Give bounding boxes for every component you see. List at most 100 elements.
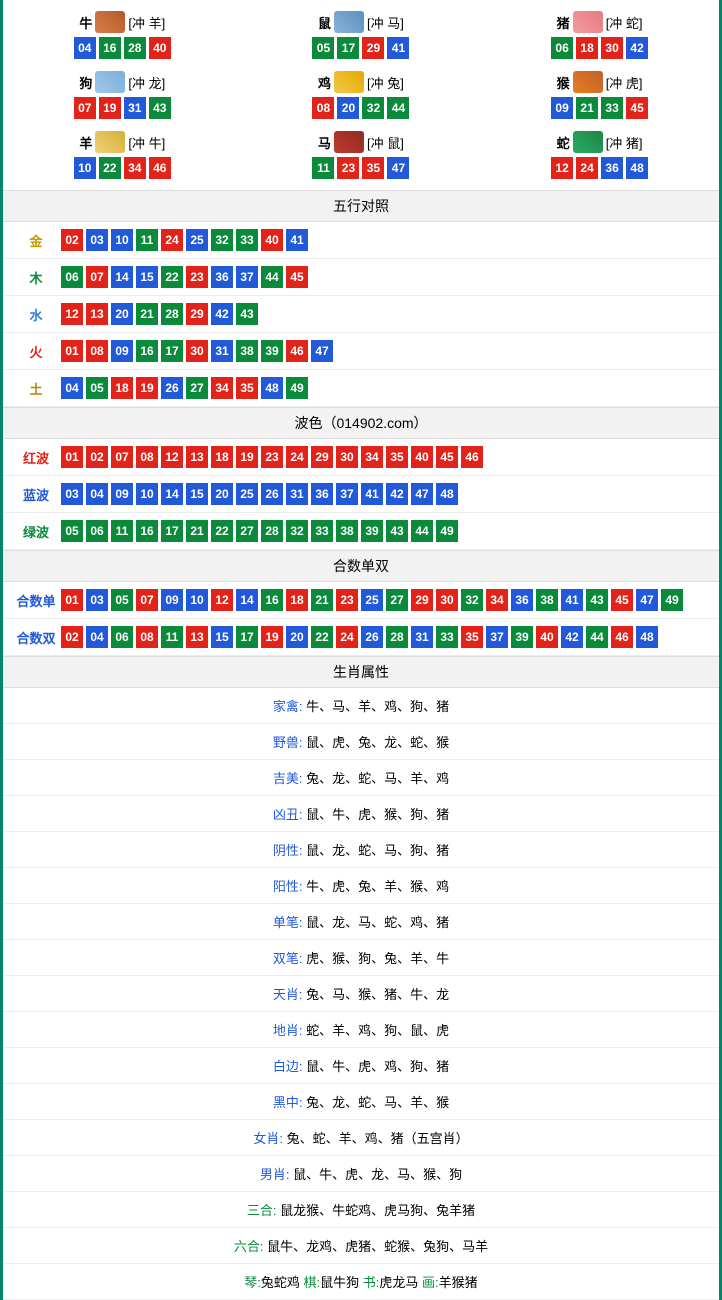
footer-label: 棋:	[304, 1275, 321, 1290]
row-label: 合数双	[11, 628, 61, 647]
ball: 19	[236, 446, 258, 468]
ball: 13	[186, 626, 208, 648]
ball: 46	[286, 340, 308, 362]
ball: 45	[286, 266, 308, 288]
ball: 09	[111, 340, 133, 362]
ball: 10	[186, 589, 208, 611]
ball: 34	[211, 377, 233, 399]
attr-label: 女肖:	[253, 1131, 283, 1146]
attr-label: 双笔:	[273, 951, 303, 966]
ball: 32	[286, 520, 308, 542]
ball: 26	[361, 626, 383, 648]
row-label: 绿波	[11, 522, 61, 541]
ball: 45	[436, 446, 458, 468]
ball: 29	[186, 303, 208, 325]
zodiac-cell: 马 [冲 鼠] 11233547	[242, 125, 481, 185]
zodiac-chong: [冲 羊]	[128, 13, 165, 32]
ball: 12	[211, 589, 233, 611]
attr-text: 兔、蛇、羊、鸡、猪（五宫肖）	[283, 1131, 469, 1146]
row-balls: 03040910141520252631363741424748	[61, 483, 458, 505]
zodiac-cell: 鼠 [冲 马] 05172941	[242, 5, 481, 65]
attr-text: 鼠、龙、蛇、马、狗、猪	[303, 843, 450, 858]
ball: 21	[311, 589, 333, 611]
zodiac-cell: 狗 [冲 龙] 07193143	[3, 65, 242, 125]
ball: 31	[124, 97, 146, 119]
ball: 43	[149, 97, 171, 119]
ball: 05	[312, 37, 334, 59]
ball: 15	[211, 626, 233, 648]
ball: 23	[336, 589, 358, 611]
ball: 35	[236, 377, 258, 399]
ball: 07	[136, 589, 158, 611]
ball: 15	[186, 483, 208, 505]
ball: 18	[111, 377, 133, 399]
ball: 33	[236, 229, 258, 251]
ball: 35	[461, 626, 483, 648]
ball: 44	[586, 626, 608, 648]
ball: 37	[336, 483, 358, 505]
wuxing-title: 五行对照	[3, 190, 719, 222]
row-label: 蓝波	[11, 485, 61, 504]
ball: 40	[411, 446, 433, 468]
ball: 25	[236, 483, 258, 505]
ball: 36	[511, 589, 533, 611]
zodiac-chong: [冲 鼠]	[367, 133, 404, 152]
bose-title: 波色（014902.com）	[3, 407, 719, 439]
attr-rows: 家禽: 牛、马、羊、鸡、狗、猪 野兽: 鼠、虎、兔、龙、蛇、猴 吉美: 兔、龙、…	[3, 688, 719, 1264]
row-label: 合数单	[11, 591, 61, 610]
zodiac-balls: 11233547	[242, 157, 481, 179]
ball: 41	[387, 37, 409, 59]
ball: 08	[312, 97, 334, 119]
ball: 35	[386, 446, 408, 468]
row-balls: 05061116172122272832333839434449	[61, 520, 458, 542]
ball: 24	[336, 626, 358, 648]
ball: 11	[111, 520, 133, 542]
zodiac-cell: 猴 [冲 虎] 09213345	[480, 65, 719, 125]
ball: 02	[86, 446, 108, 468]
ball: 19	[99, 97, 121, 119]
zodiac-icon	[334, 71, 364, 93]
ball: 05	[86, 377, 108, 399]
ball: 07	[86, 266, 108, 288]
ball: 30	[336, 446, 358, 468]
attr-text: 鼠、龙、马、蛇、鸡、猪	[303, 915, 450, 930]
data-row: 金 02031011242532334041	[3, 222, 719, 259]
ball: 04	[61, 377, 83, 399]
attr-text: 兔、龙、蛇、马、羊、猴	[303, 1095, 450, 1110]
ball: 08	[136, 446, 158, 468]
zodiac-icon	[573, 11, 603, 33]
ball: 02	[61, 626, 83, 648]
data-row: 土 04051819262734354849	[3, 370, 719, 407]
ball: 44	[261, 266, 283, 288]
attr-label: 阳性:	[273, 879, 303, 894]
zodiac-icon	[95, 131, 125, 153]
ball: 46	[149, 157, 171, 179]
ball: 34	[486, 589, 508, 611]
zodiac-icon	[334, 11, 364, 33]
ball: 24	[161, 229, 183, 251]
zodiac-icon	[95, 71, 125, 93]
ball: 11	[161, 626, 183, 648]
ball: 42	[561, 626, 583, 648]
attr-label: 黑中:	[273, 1095, 303, 1110]
ball: 34	[361, 446, 383, 468]
data-row: 红波 0102070812131819232429303435404546	[3, 439, 719, 476]
ball: 09	[551, 97, 573, 119]
ball: 37	[486, 626, 508, 648]
attr-label: 天肖:	[273, 987, 303, 1002]
footer-text: 羊猴猪	[439, 1275, 478, 1290]
row-balls: 1213202128294243	[61, 303, 258, 325]
attr-text: 鼠牛、龙鸡、虎猪、蛇猴、兔狗、马羊	[264, 1239, 489, 1254]
footer-label: 琴:	[244, 1275, 261, 1290]
ball: 32	[362, 97, 384, 119]
ball: 23	[337, 157, 359, 179]
attr-text: 鼠、牛、虎、猴、狗、猪	[303, 807, 450, 822]
ball: 38	[336, 520, 358, 542]
ball: 25	[186, 229, 208, 251]
ball: 08	[136, 626, 158, 648]
ball: 40	[261, 229, 283, 251]
ball: 14	[111, 266, 133, 288]
zodiac-name: 羊	[79, 133, 92, 152]
ball: 01	[61, 589, 83, 611]
ball: 33	[436, 626, 458, 648]
